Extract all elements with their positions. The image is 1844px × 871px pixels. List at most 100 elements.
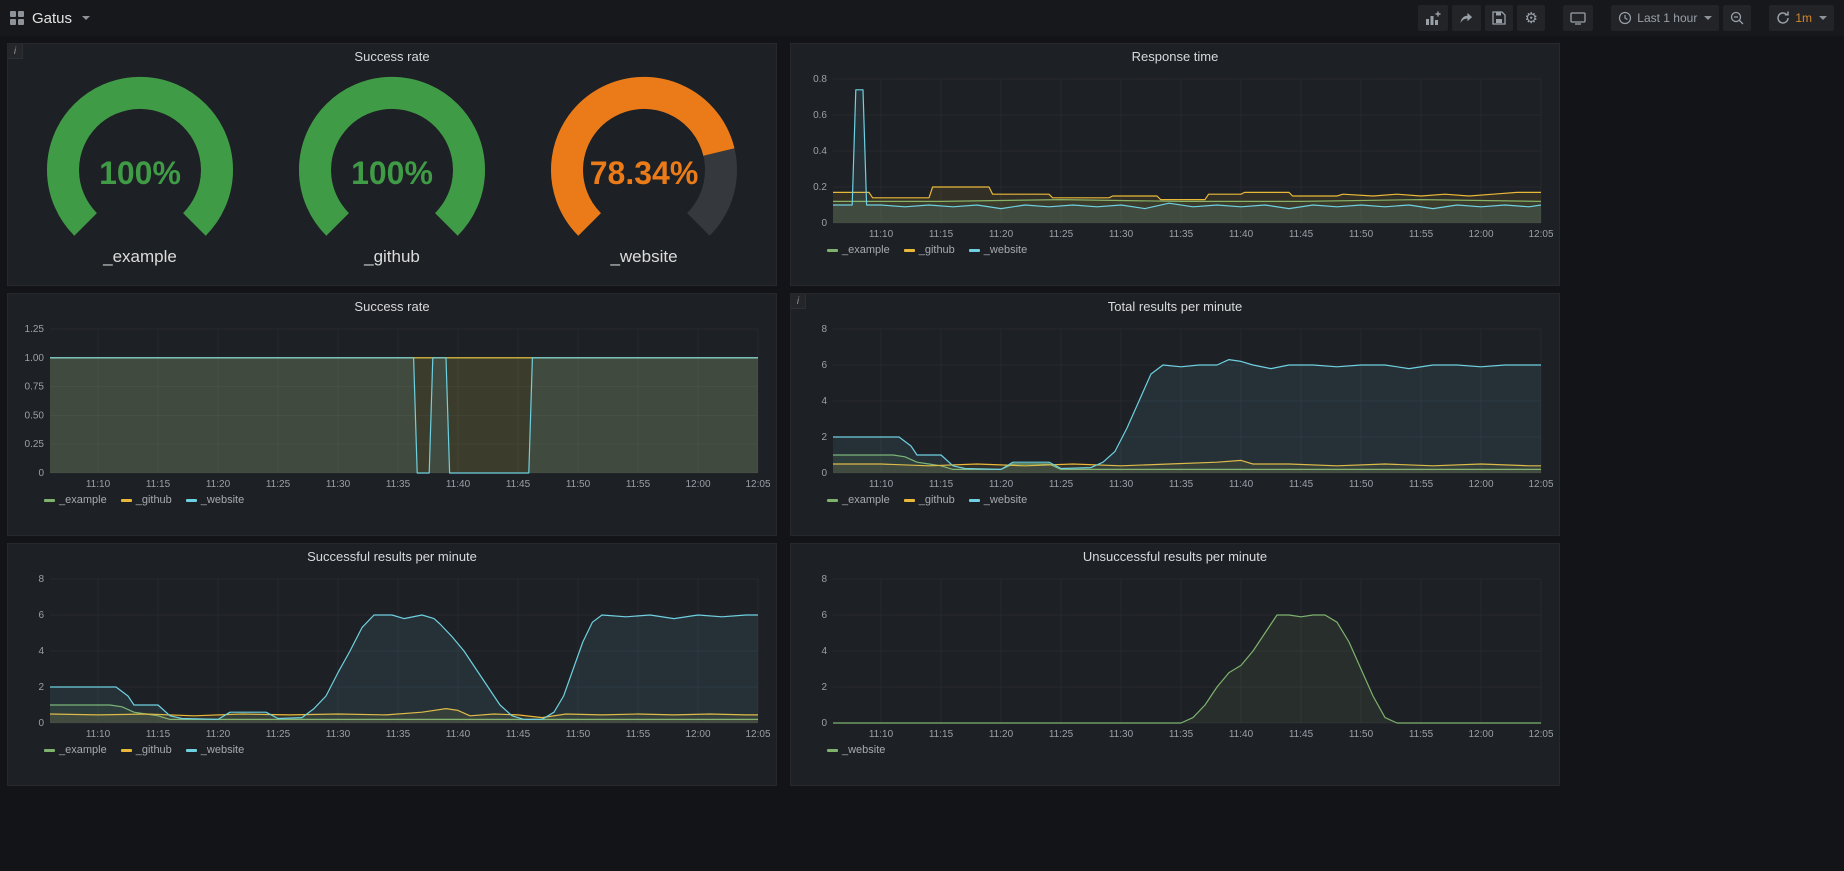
svg-text:0.25: 0.25 [25,439,45,450]
dashboard-title[interactable]: Gatus [32,10,72,27]
legend-item[interactable]: _website [186,494,244,506]
panel-header[interactable]: Success rate [8,44,776,69]
panel-title[interactable]: Response time [1132,49,1219,64]
gear-icon: ⚙ [1525,11,1538,26]
legend-swatch [44,749,55,752]
svg-text:11:15: 11:15 [146,729,171,740]
legend: _example _github _website [799,491,1551,506]
svg-text:11:10: 11:10 [869,729,894,740]
svg-text:11:35: 11:35 [386,479,411,490]
legend-swatch [827,249,838,252]
save-button[interactable] [1485,5,1513,31]
svg-text:6: 6 [821,610,827,621]
panel-header[interactable]: Success rate [8,294,776,319]
legend-item[interactable]: _github [904,494,955,506]
svg-text:11:40: 11:40 [1229,229,1254,240]
legend-item[interactable]: _github [904,244,955,256]
legend-series-name: _github [136,494,172,506]
svg-text:11:55: 11:55 [1409,729,1434,740]
svg-text:11:50: 11:50 [1349,229,1374,240]
legend-item[interactable]: _example [44,494,107,506]
svg-text:11:20: 11:20 [206,729,231,740]
info-icon[interactable]: i [8,44,23,59]
svg-text:11:45: 11:45 [506,729,531,740]
svg-text:11:35: 11:35 [1169,479,1194,490]
panel-title[interactable]: Unsuccessful results per minute [1083,549,1267,564]
svg-text:2: 2 [821,682,827,693]
svg-text:6: 6 [38,610,44,621]
svg-text:12:00: 12:00 [685,479,710,490]
svg-text:11:15: 11:15 [929,479,954,490]
legend-item[interactable]: _github [121,494,172,506]
svg-text:6: 6 [821,360,827,371]
settings-button[interactable]: ⚙ [1517,5,1545,31]
panel-header[interactable]: Response time [791,44,1559,69]
svg-text:11:10: 11:10 [86,479,111,490]
svg-text:0: 0 [821,718,827,729]
svg-text:11:35: 11:35 [386,729,411,740]
panel-success-rate-gauges: i Success rate 100% _example 100% _githu… [7,43,777,286]
dashboard-grid-icon[interactable] [10,11,24,25]
chevron-down-icon [1819,16,1827,20]
dashboard-grid: i Success rate 100% _example 100% _githu… [0,36,1844,793]
svg-text:12:00: 12:00 [1468,229,1493,240]
zoom-out-icon [1730,11,1744,25]
svg-text:11:30: 11:30 [326,729,351,740]
total-results-chart: 0246811:1011:1511:2011:2511:3011:3511:40… [799,321,1553,491]
info-icon[interactable]: i [791,294,806,309]
svg-text:4: 4 [38,646,44,657]
legend-item[interactable]: _website [186,744,244,756]
svg-text:8: 8 [38,574,44,585]
add-panel-button[interactable] [1418,5,1448,31]
svg-text:11:20: 11:20 [989,729,1014,740]
time-range-picker[interactable]: Last 1 hour [1611,5,1719,31]
refresh-interval-label: 1m [1795,11,1812,25]
legend-swatch [969,249,980,252]
svg-text:12:05: 12:05 [1528,729,1553,740]
svg-text:11:45: 11:45 [506,479,531,490]
chevron-down-icon [1704,16,1712,20]
svg-text:11:25: 11:25 [266,729,291,740]
svg-text:11:50: 11:50 [566,479,591,490]
panel-title[interactable]: Successful results per minute [307,549,477,564]
tv-mode-button[interactable] [1563,5,1593,31]
share-button[interactable] [1452,5,1481,31]
legend-item[interactable]: _website [827,744,885,756]
legend-item[interactable]: _website [969,244,1027,256]
legend-item[interactable]: _example [44,744,107,756]
panel-title[interactable]: Total results per minute [1108,299,1242,314]
svg-text:11:25: 11:25 [1049,479,1074,490]
panel-title[interactable]: Success rate [354,299,429,314]
legend: _example _github _website [16,491,768,506]
legend: _example _github _website [799,241,1551,256]
panel-header[interactable]: Unsuccessful results per minute [791,544,1559,569]
legend-series-name: _example [59,494,107,506]
legend-item[interactable]: _github [121,744,172,756]
svg-text:0: 0 [821,468,827,479]
svg-text:4: 4 [821,396,827,407]
svg-text:12:05: 12:05 [1528,229,1553,240]
legend-item[interactable]: _website [969,494,1027,506]
svg-text:11:30: 11:30 [326,479,351,490]
panel-header[interactable]: Successful results per minute [8,544,776,569]
refresh-button[interactable]: 1m [1769,5,1834,31]
svg-text:8: 8 [821,324,827,335]
svg-text:11:40: 11:40 [1229,729,1254,740]
svg-text:11:35: 11:35 [1169,229,1194,240]
gauge-label: _example [20,247,260,267]
panel-header[interactable]: Total results per minute [791,294,1559,319]
legend-swatch [121,499,132,502]
legend-item[interactable]: _example [827,494,890,506]
add-panel-icon [1425,11,1441,26]
chevron-down-icon[interactable] [82,16,90,20]
zoom-out-button[interactable] [1723,5,1751,31]
save-icon [1492,11,1506,25]
svg-text:12:05: 12:05 [745,479,770,490]
svg-text:2: 2 [38,682,44,693]
panel-successful-results: Successful results per minute 0246811:10… [7,543,777,786]
monitor-icon [1570,12,1586,25]
legend-item[interactable]: _example [827,244,890,256]
panel-title[interactable]: Success rate [354,49,429,64]
svg-text:11:50: 11:50 [566,729,591,740]
svg-text:12:00: 12:00 [1468,729,1493,740]
